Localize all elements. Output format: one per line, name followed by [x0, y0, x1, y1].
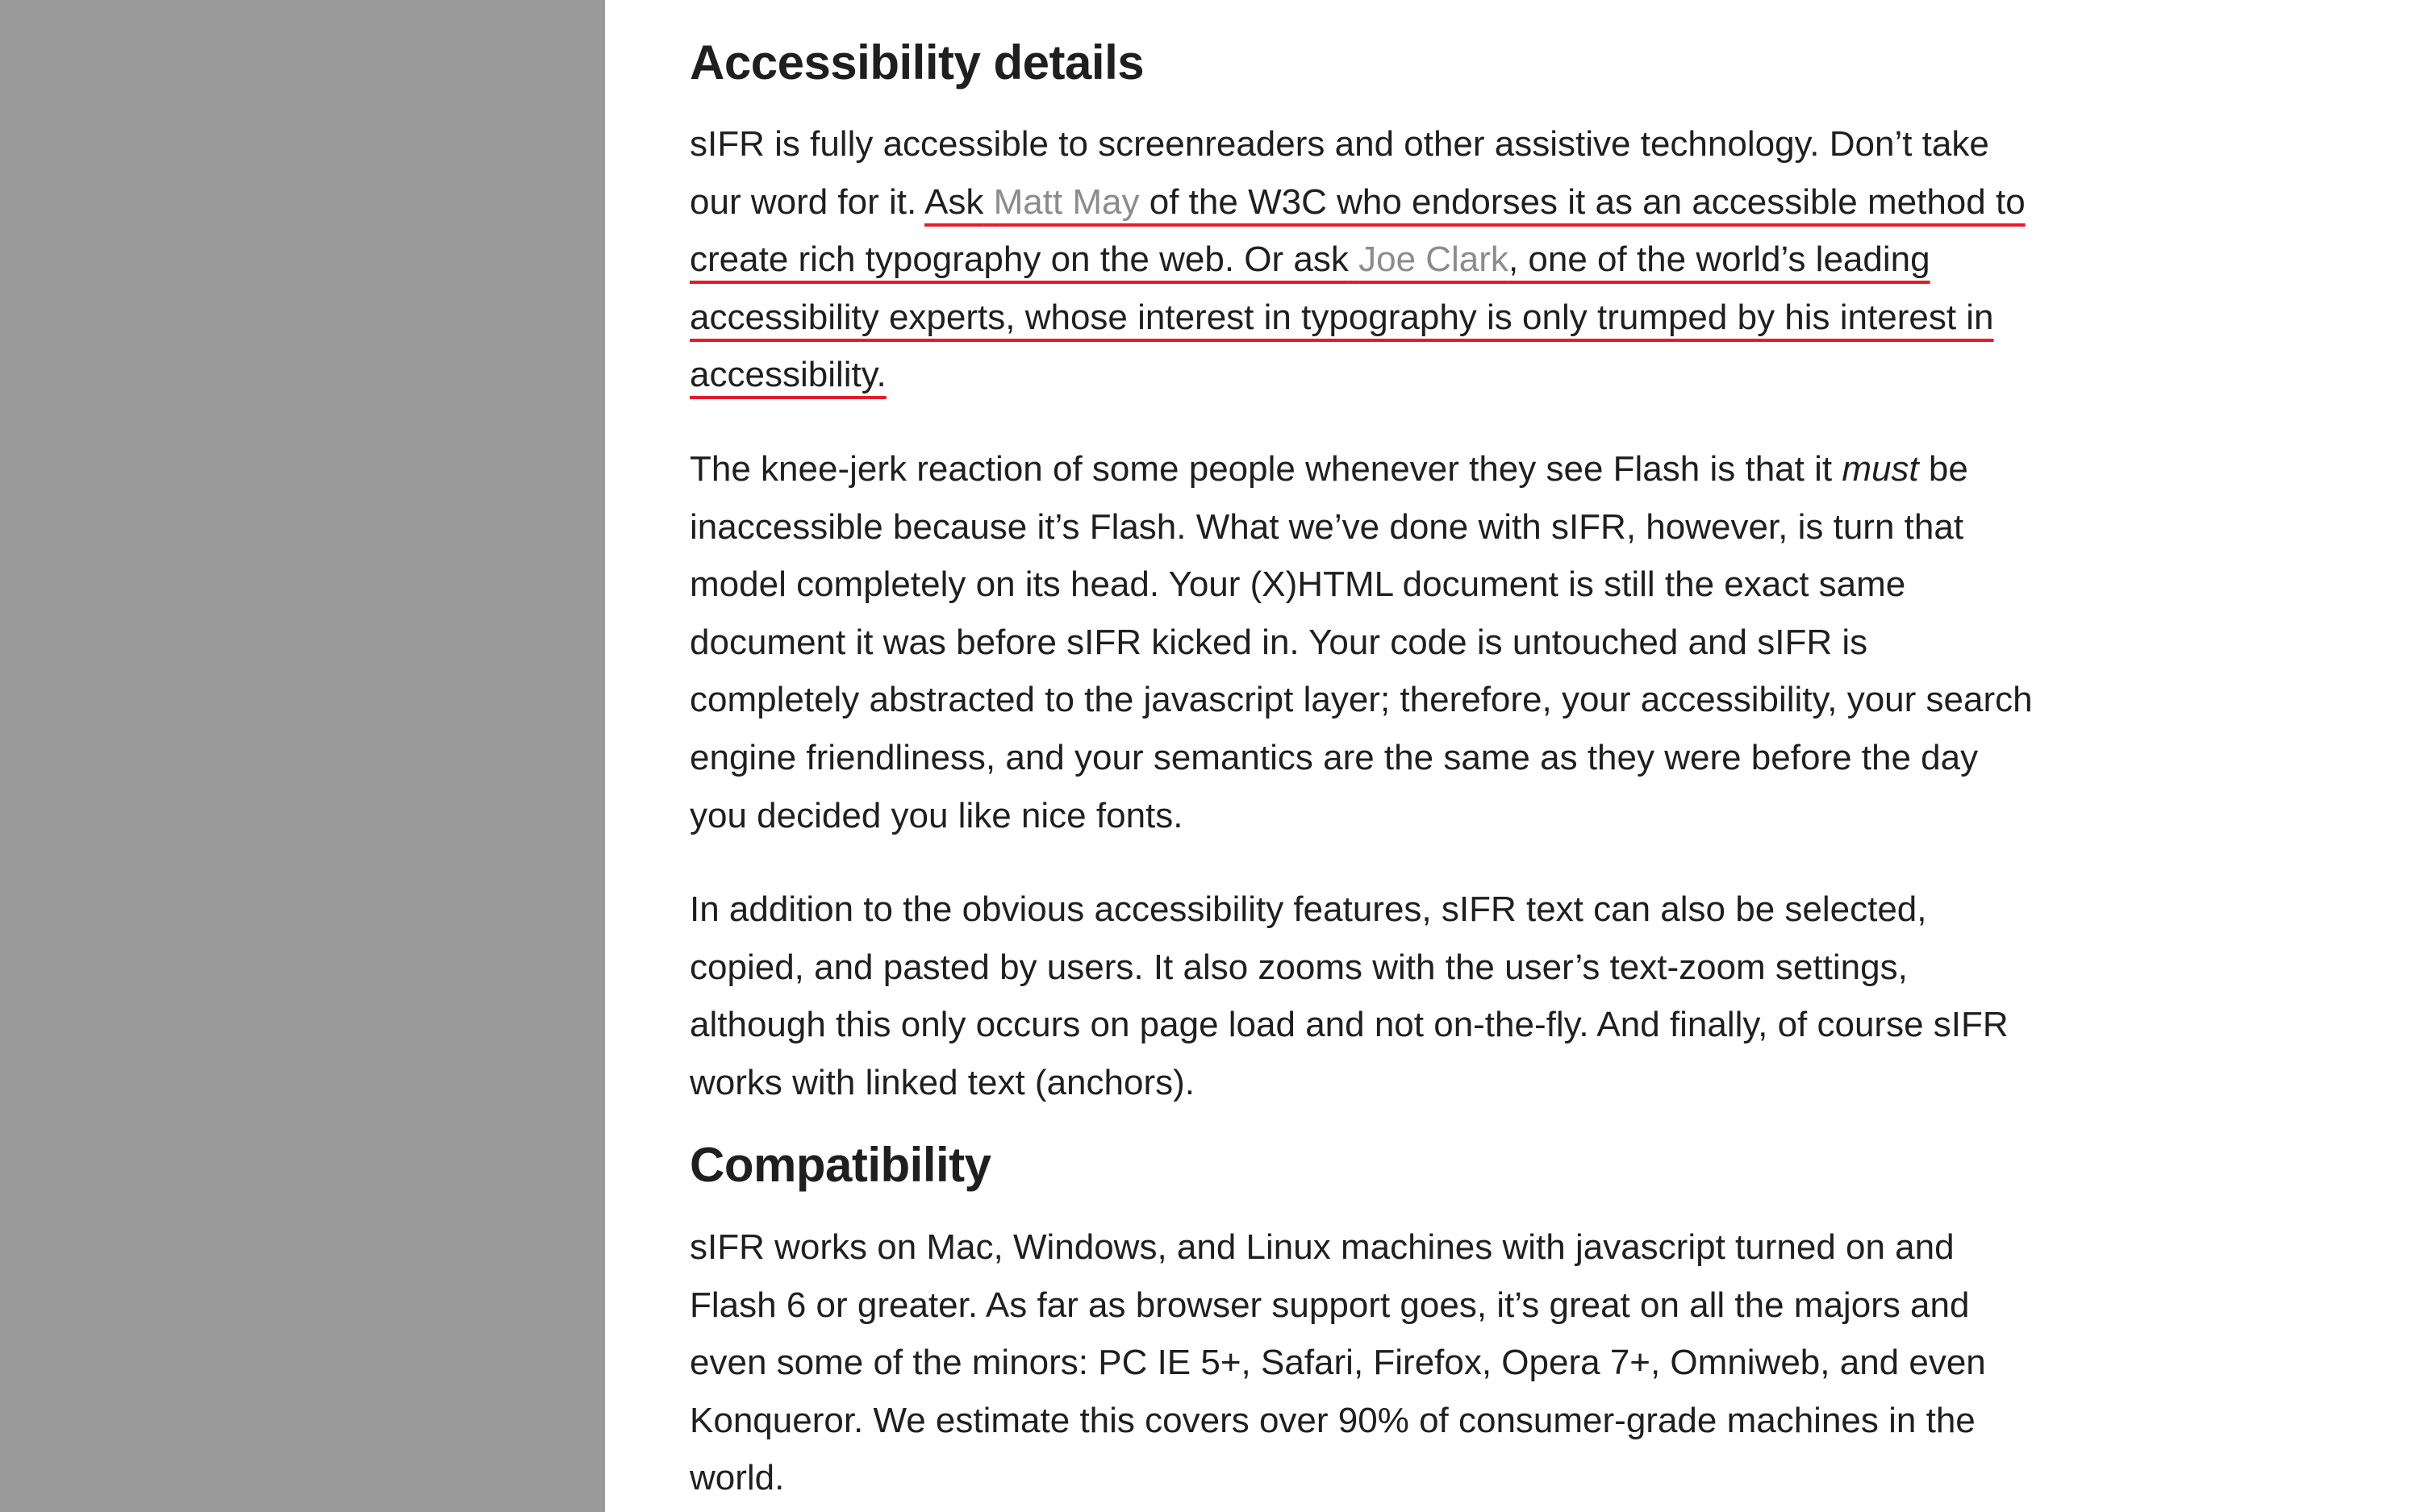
page: Accessibility details sIFR is fully acce…: [0, 0, 2420, 1512]
matt-may-link[interactable]: Matt May: [994, 182, 1140, 222]
knee-jerk-text: The knee-jerk reaction of some people wh…: [690, 449, 1842, 489]
compatibility-heading: Compatibility: [690, 1138, 991, 1192]
accessibility-paragraph-2: The knee-jerk reaction of some people wh…: [690, 440, 2045, 844]
left-sidebar-panel: [0, 0, 605, 1512]
joe-clark-link[interactable]: Joe Clark: [1358, 240, 1508, 279]
accessibility-paragraph-3: In addition to the obvious accessibility…: [690, 889, 2009, 1102]
accessibility-heading: Accessibility details: [690, 35, 1145, 90]
ask-text: Ask: [924, 181, 984, 222]
accessibility-paragraph-1: sIFR is fully accessible to screenreader…: [690, 115, 2045, 404]
abstraction-text: be inaccessible because it’s Flash. What…: [690, 449, 2033, 835]
compatibility-paragraph: sIFR works on Mac, Windows, and Linux ma…: [690, 1227, 1986, 1498]
must-emphasis: must: [1842, 449, 1919, 489]
